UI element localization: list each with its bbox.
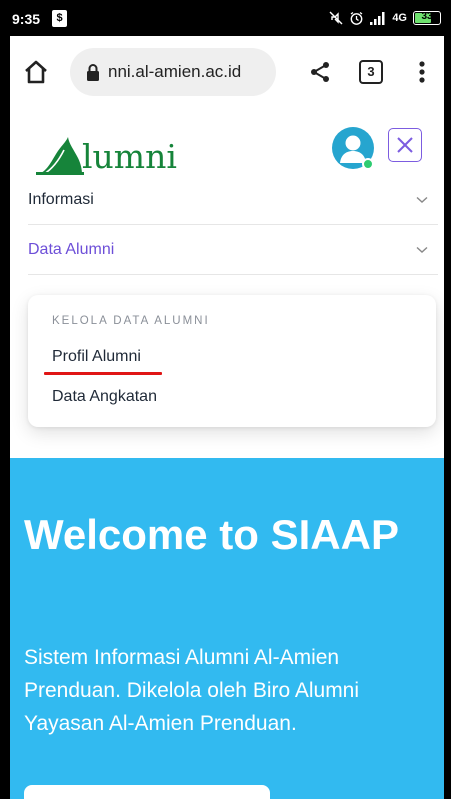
site-logo[interactable]: lumni — [36, 128, 177, 176]
hero-section: Welcome to SIAAP Sistem Informasi Alumni… — [10, 458, 444, 799]
hero-description: Sistem Informasi Alumni Al-Amien Prendua… — [24, 646, 360, 735]
browser-toolbar: nni.al-amien.ac.id 3 — [10, 36, 444, 106]
shopping-bag-icon: $ — [52, 10, 67, 27]
mute-icon — [329, 11, 343, 25]
nav-item-label: Data Alumni — [28, 240, 115, 258]
dropdown-heading: KELOLA DATA ALUMNI — [52, 315, 210, 327]
nav-item-informasi[interactable]: Informasi — [28, 175, 438, 225]
lock-icon — [87, 64, 99, 81]
logo-text: lumni — [82, 137, 177, 176]
chevron-down-icon — [416, 196, 428, 203]
hero-title: Welcome to SIAAP — [24, 511, 399, 558]
status-icons: 4G 33 — [329, 9, 441, 27]
online-status-indicator — [362, 158, 374, 170]
web-page: lumni Informasi Data Alumni KELOLA DATA … — [10, 106, 444, 799]
mosque-dome-logo-icon — [36, 137, 84, 175]
battery-level: 33 — [421, 11, 433, 22]
hero-cta-button[interactable] — [24, 785, 270, 799]
alarm-icon — [350, 11, 363, 25]
tab-switcher-button[interactable]: 3 — [359, 60, 383, 84]
menu-item-profil-alumni[interactable]: Profil Alumni — [52, 348, 141, 366]
address-bar[interactable]: nni.al-amien.ac.id — [70, 48, 276, 96]
menu-item-data-angkatan[interactable]: Data Angkatan — [52, 388, 157, 406]
status-time: 9:35 — [12, 11, 41, 27]
nav-item-data-alumni[interactable]: Data Alumni — [28, 225, 438, 275]
status-bar: 9:35 $ 4G 33 — [0, 0, 451, 36]
share-icon[interactable] — [308, 60, 332, 84]
nav-item-label: Informasi — [28, 190, 94, 208]
close-menu-button[interactable] — [388, 128, 422, 162]
data-alumni-dropdown: KELOLA DATA ALUMNI Profil Alumni Data An… — [28, 295, 436, 427]
battery-icon: 33 — [413, 11, 441, 25]
network-type: 4G — [392, 12, 407, 24]
signal-icon — [370, 11, 385, 25]
close-icon — [397, 137, 413, 153]
red-underline-annotation — [44, 372, 162, 375]
url-text: nni.al-amien.ac.id — [108, 62, 242, 81]
home-icon[interactable] — [22, 58, 50, 86]
overflow-menu-icon[interactable] — [412, 58, 432, 86]
chevron-down-icon — [416, 246, 428, 253]
